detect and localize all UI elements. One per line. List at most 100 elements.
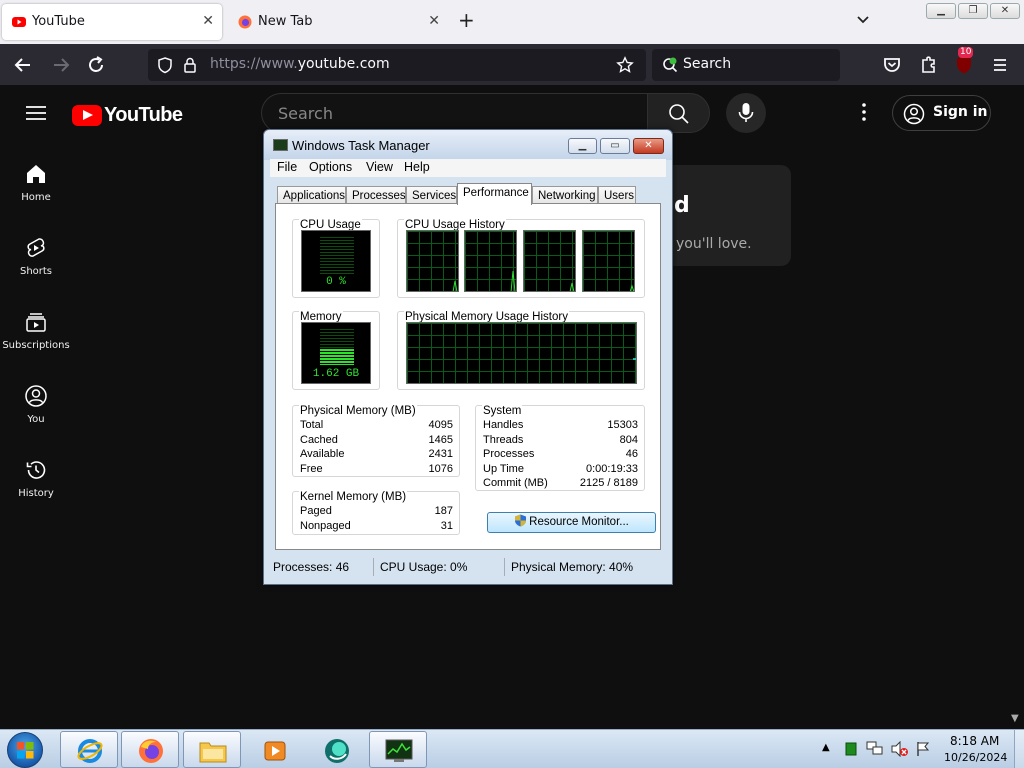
action-center-flag-icon[interactable] (915, 741, 931, 757)
hamburger-menu-icon[interactable] (987, 52, 1013, 78)
task-manager-icon (385, 739, 413, 762)
physical-memory-label: Physical Memory (MB) (299, 405, 417, 418)
tm-close-button[interactable]: ✕ (633, 138, 664, 154)
subscriptions-icon (26, 313, 46, 332)
windows-taskbar: ▲ 8:18 AM 10/26/2024 (0, 729, 1024, 768)
taskbar-file-explorer[interactable] (183, 731, 241, 768)
menu-item-help[interactable]: Help (404, 160, 430, 174)
taskbar-internet-explorer[interactable] (60, 731, 118, 768)
stat-key: Processes (483, 448, 535, 460)
volume-muted-icon[interactable] (891, 741, 909, 757)
stat-row: Threads 804 (483, 433, 638, 448)
taskbar-task-manager[interactable] (369, 731, 427, 768)
uac-shield-icon (515, 514, 527, 527)
show-desktop-button[interactable] (1014, 730, 1024, 768)
back-arrow-icon[interactable] (10, 52, 36, 78)
tab-youtube[interactable]: YouTube ✕ (2, 4, 222, 40)
task-manager-titlebar[interactable]: Windows Task Manager ▁ ▭ ✕ (264, 130, 672, 160)
cpu-history-graph-core-3 (523, 230, 576, 292)
file-explorer-icon (199, 742, 227, 763)
physical-memory-table: Total 4095 Cached 1465 Available 2431 Free 1… (300, 418, 453, 476)
minimize-window-button[interactable]: ▁ (926, 3, 956, 19)
scroll-down-arrow-icon[interactable]: ▼ (1011, 713, 1019, 724)
firefox-icon (139, 739, 163, 763)
youtube-favicon-icon (12, 17, 26, 27)
desktop: YouTube ✕ New Tab ✕ + ▁ ❐ ✕ https://www.… (0, 0, 1024, 768)
stat-key: Free (300, 462, 323, 475)
stat-row: Total 4095 (300, 418, 453, 433)
url-protocol: https://www. (210, 56, 298, 72)
more-vertical-icon[interactable] (856, 102, 872, 122)
sidebar-item-you[interactable]: You (0, 384, 72, 425)
reload-icon[interactable] (83, 52, 109, 78)
tm-maximize-button[interactable]: ▭ (600, 138, 630, 154)
address-bar[interactable]: https://www.youtube.com (148, 49, 646, 81)
tm-menubar: File Options View Help (270, 159, 666, 177)
tray-green-square-icon[interactable] (845, 742, 857, 756)
sign-in-button[interactable]: Sign in (892, 95, 991, 131)
stat-row: Free 1076 (300, 462, 453, 477)
browser-toolbar: https://www.youtube.com Search 10 (0, 44, 1024, 85)
status-memory: Physical Memory: 40% (511, 560, 634, 574)
menu-item-options[interactable]: Options (309, 160, 352, 174)
sign-in-label: Sign in (933, 104, 988, 120)
window-title: Windows Task Manager (292, 138, 430, 153)
youtube-search-input[interactable]: Search (261, 93, 647, 133)
url-text[interactable]: https://www.youtube.com (210, 56, 390, 72)
show-hidden-icons-arrow[interactable]: ▲ (822, 742, 830, 753)
taskbar-media-player[interactable] (245, 731, 303, 768)
extensions-puzzle-icon[interactable] (915, 52, 941, 78)
sidebar-item-home[interactable]: Home (0, 162, 72, 203)
system-table: Handles 15303 Threads 804 Processes 46 Up T… (483, 418, 638, 491)
clock-date[interactable]: 10/26/2024 (944, 751, 1007, 764)
menu-item-file[interactable]: File (277, 160, 297, 174)
tm-minimize-button[interactable]: ▁ (568, 138, 597, 154)
shield-icon[interactable] (156, 56, 174, 74)
voice-search-button[interactable] (726, 93, 766, 133)
cpu-history-group: CPU Usage History (397, 219, 645, 298)
close-tab-icon[interactable]: ✕ (428, 13, 440, 29)
extension-badge: 10 (958, 47, 974, 58)
cpu-history-graph-core-2 (464, 230, 517, 292)
browser-search-bar[interactable]: Search (652, 49, 840, 81)
user-circle-icon (25, 385, 47, 407)
restore-window-button[interactable]: ❐ (958, 3, 988, 19)
sidebar-item-history[interactable]: History (0, 458, 72, 499)
new-tab-plus-icon[interactable]: + (458, 8, 475, 32)
network-icon[interactable] (866, 741, 884, 757)
pocket-icon[interactable] (879, 52, 905, 78)
youtube-logo[interactable]: YouTube (72, 104, 183, 127)
shorts-icon (27, 238, 45, 257)
bookmark-star-icon[interactable] (616, 56, 634, 74)
cpu-history-graph-core-4 (582, 230, 635, 292)
stat-key: Handles (483, 419, 524, 431)
forward-arrow-icon[interactable] (48, 52, 74, 78)
menu-item-view[interactable]: View (366, 160, 393, 174)
sidebar-item-subscriptions[interactable]: Subscriptions (0, 310, 72, 351)
sidebar-item-label: History (18, 488, 54, 499)
stat-value: 4095 (428, 419, 453, 431)
tab-new-tab[interactable]: New Tab ✕ (228, 4, 448, 40)
sidebar-item-label: You (27, 414, 45, 425)
guide-menu-icon[interactable] (26, 105, 46, 121)
youtube-search-button[interactable] (647, 93, 710, 133)
memory-history-group: Physical Memory Usage History (397, 311, 645, 390)
clock-time[interactable]: 8:18 AM (950, 734, 999, 748)
taskbar-app-globe[interactable] (307, 731, 365, 768)
lock-icon[interactable] (182, 56, 198, 74)
memory-group: Memory 1.62 GB (292, 311, 380, 390)
search-engine-icon (663, 57, 678, 73)
close-tab-icon[interactable]: ✕ (202, 13, 214, 29)
kernel-memory-table: Paged 187 Nonpaged 31 (300, 504, 453, 533)
tab-performance[interactable]: Performance (457, 183, 532, 205)
browser-search-placeholder: Search (683, 56, 732, 72)
resource-monitor-button[interactable]: Resource Monitor... (487, 512, 656, 533)
sidebar-item-label: Subscriptions (2, 340, 70, 351)
chevron-down-icon[interactable] (855, 12, 871, 28)
youtube-search-placeholder: Search (278, 104, 333, 123)
taskbar-firefox[interactable] (121, 731, 179, 768)
start-button[interactable] (7, 732, 43, 768)
sidebar-item-shorts[interactable]: Shorts (0, 236, 72, 277)
resource-monitor-label: Resource Monitor... (529, 516, 629, 528)
close-window-button[interactable]: ✕ (990, 3, 1020, 19)
